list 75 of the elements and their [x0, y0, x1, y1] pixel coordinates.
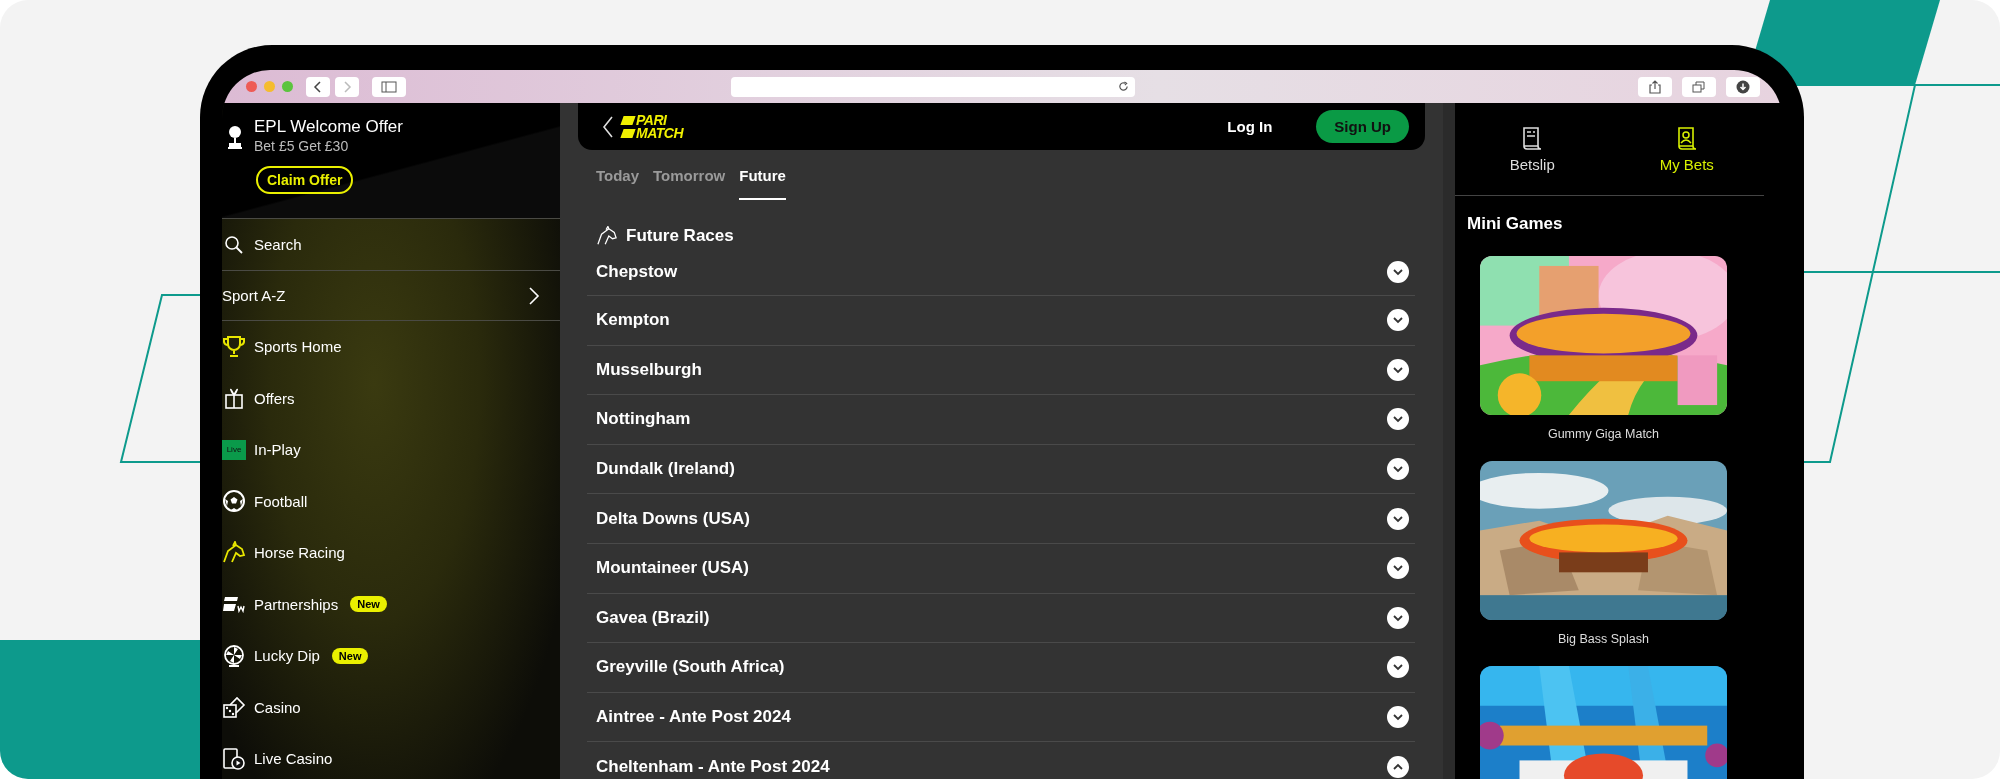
day-tab[interactable]: Tomorrow	[653, 167, 726, 200]
day-tab[interactable]: Today	[596, 167, 640, 200]
trophy-icon	[222, 334, 246, 359]
chevron-right-icon	[528, 285, 540, 306]
betslip-tab[interactable]: My Bets	[1609, 103, 1764, 195]
receipt-icon	[1521, 125, 1544, 150]
expand-chevron-icon[interactable]	[1387, 408, 1409, 431]
sidebar-toggle-button[interactable]	[372, 76, 406, 97]
expand-chevron-icon[interactable]	[1387, 309, 1409, 332]
claim-offer-button[interactable]: Claim Offer	[256, 166, 354, 194]
menu-item[interactable]: Football	[222, 475, 560, 527]
menu-item[interactable]: Live Casino	[222, 733, 560, 779]
live-tag: Live	[222, 439, 246, 460]
football-icon	[222, 489, 246, 514]
new-badge: New	[331, 647, 369, 664]
expand-chevron-icon[interactable]	[1387, 656, 1409, 679]
log-in-button[interactable]: Log In	[1221, 117, 1279, 136]
race-meeting-row[interactable]: Greyville (South Africa)	[587, 643, 1415, 693]
expand-chevron-icon[interactable]	[1387, 507, 1409, 530]
menu-item[interactable]: Offers	[222, 372, 560, 424]
betslip-tab[interactable]: Betslip	[1455, 103, 1610, 195]
new-badge: New	[350, 596, 387, 613]
menu-item[interactable]: Casino	[222, 681, 560, 733]
menu-item[interactable]: Horse Racing	[222, 527, 560, 579]
expand-chevron-icon[interactable]	[1387, 458, 1409, 481]
share-button[interactable]	[1638, 76, 1672, 97]
expand-chevron-icon[interactable]	[1387, 706, 1409, 729]
card-play-icon	[222, 746, 246, 771]
horse-head-icon	[222, 540, 246, 565]
menu-item[interactable]: Lucky Dip New	[222, 630, 560, 682]
race-meeting-row[interactable]: Cheltenham - Ante Post 2024	[587, 742, 1415, 779]
share-icon	[1649, 79, 1661, 94]
download-icon	[1736, 79, 1750, 94]
section-title: Future Races	[626, 226, 734, 246]
race-meeting-row[interactable]: Nottingham	[587, 395, 1415, 445]
search-icon	[224, 234, 244, 255]
game-title: Big Bass Splash	[1558, 632, 1649, 646]
mini-games-title: Mini Games	[1467, 214, 1564, 234]
promo-title: EPL Welcome Offer	[254, 117, 403, 137]
sport-a-z-item[interactable]: Sport A-Z	[222, 270, 560, 321]
back-chevron-icon[interactable]	[602, 114, 614, 139]
race-meeting-row[interactable]: Kempton	[587, 296, 1415, 346]
expand-chevron-icon[interactable]	[1387, 358, 1409, 381]
expand-chevron-icon[interactable]	[1387, 606, 1409, 629]
sidebar-icon	[381, 80, 397, 93]
race-meeting-row[interactable]: Mountaineer (USA)	[587, 543, 1415, 594]
horse-head-icon	[596, 226, 618, 246]
expand-chevron-icon[interactable]	[1387, 557, 1409, 580]
menu-item[interactable]: Sports Home	[222, 321, 560, 373]
chevron-left-icon	[313, 79, 323, 94]
race-meeting-row[interactable]: Musselburgh	[587, 345, 1415, 396]
collapse-chevron-icon[interactable]	[1387, 755, 1409, 778]
back-button[interactable]	[306, 76, 330, 97]
day-tab[interactable]: Future	[739, 167, 786, 200]
address-field[interactable]	[731, 76, 1135, 97]
game-title: Gummy Giga Match	[1547, 427, 1660, 441]
chevron-right-icon	[342, 79, 352, 94]
tabs-icon	[1692, 80, 1706, 93]
reload-icon[interactable]	[1118, 81, 1129, 92]
gift-icon	[222, 386, 246, 411]
person-ticket-icon	[1675, 125, 1698, 150]
race-meeting-row[interactable]: Dundalk (Ireland)	[587, 444, 1415, 495]
wheel-icon	[222, 643, 246, 668]
race-meeting-row[interactable]: Aintree - Ante Post 2024	[587, 692, 1415, 743]
menu-item[interactable]: Partnerships New	[222, 578, 560, 630]
menu-item[interactable]: Live In-Play	[222, 424, 560, 476]
race-meeting-row[interactable]: Delta Downs (USA)	[587, 494, 1415, 544]
expand-chevron-icon[interactable]	[1387, 260, 1409, 283]
promo-subtitle: Bet £5 Get £30	[254, 138, 350, 154]
sign-up-button[interactable]: Sign Up	[1316, 110, 1409, 143]
race-meeting-row[interactable]: Gavea (Brazil)	[587, 593, 1415, 644]
brand-logo[interactable]: PARI MATCH	[622, 113, 683, 140]
dice-icon	[222, 695, 246, 720]
race-meeting-row[interactable]: Chepstow	[587, 248, 1415, 296]
download-button[interactable]	[1726, 76, 1760, 97]
